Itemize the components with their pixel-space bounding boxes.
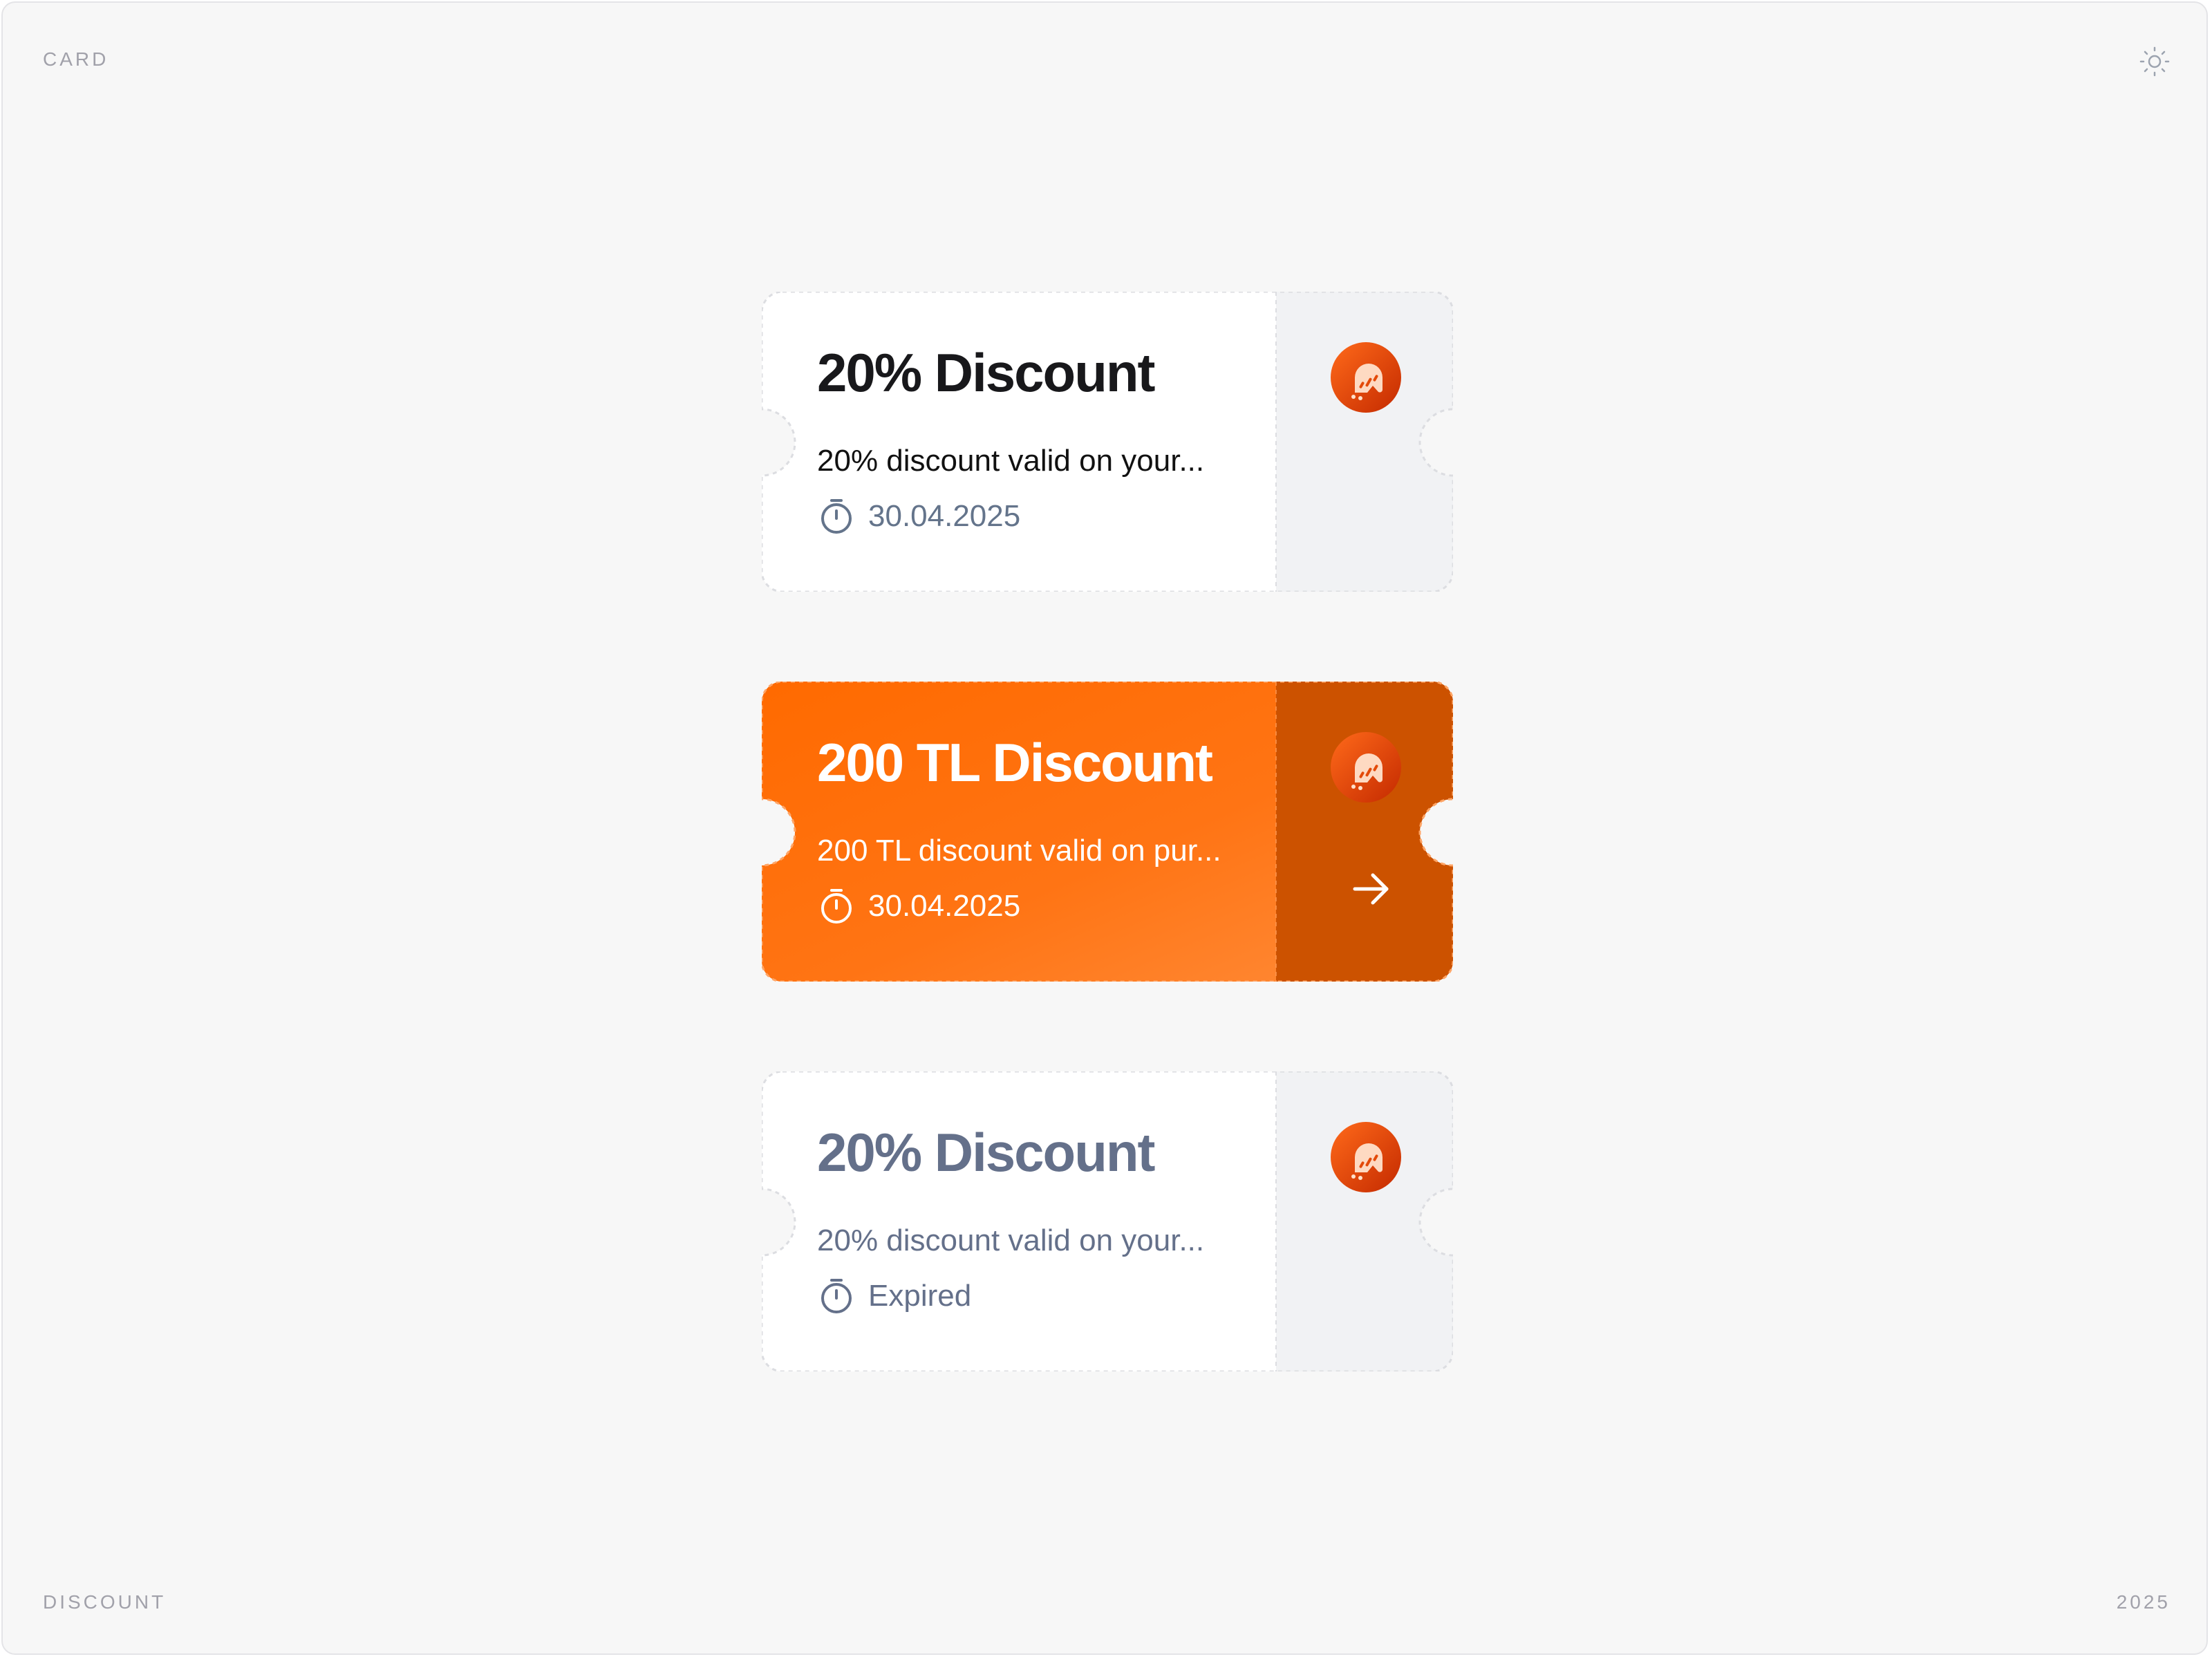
- brand-logo-icon: [1330, 731, 1402, 803]
- canvas-frame: CARD DISCOUNT 2025 20% Discount 20% disc…: [1, 1, 2208, 1655]
- coupon-title: 20% Discount: [817, 1122, 1155, 1183]
- expiry-status: Expired: [868, 1279, 972, 1313]
- timer-icon: [821, 499, 852, 534]
- theme-toggle-button[interactable]: [2137, 44, 2172, 79]
- timer-icon: [821, 889, 852, 924]
- expiry-date: 30.04.2025: [868, 499, 1021, 533]
- coupon-description: 20% discount valid on your...: [817, 444, 1205, 478]
- corner-label-discount: DISCOUNT: [43, 1591, 167, 1613]
- ticket-background: [762, 1071, 1453, 1371]
- ticket-background: [762, 682, 1453, 982]
- coupon-title: 20% Discount: [817, 342, 1155, 403]
- brand-logo-icon: [1330, 341, 1402, 413]
- coupon-expiry: Expired: [817, 1272, 971, 1320]
- corner-label-card: CARD: [43, 48, 109, 70]
- timer-icon: [821, 1279, 852, 1313]
- apply-coupon-button[interactable]: [1341, 859, 1402, 919]
- sun-icon: [2139, 46, 2170, 77]
- coupon-title: 200 TL Discount: [817, 732, 1213, 793]
- coupon-expiry: 30.04.2025: [817, 492, 1020, 541]
- coupon-card-active[interactable]: 200 TL Discount 200 TL discount valid on…: [762, 682, 1453, 982]
- brand-logo-icon: [1330, 1121, 1402, 1193]
- coupon-expiry: 30.04.2025: [817, 882, 1020, 930]
- coupon-description: 20% discount valid on your...: [817, 1224, 1205, 1257]
- arrow-right-icon: [1353, 873, 1389, 905]
- ticket-background: [762, 292, 1453, 592]
- corner-label-year: 2025: [2116, 1591, 2171, 1613]
- coupon-card-expired[interactable]: 20% Discount 20% discount valid on your.…: [762, 1071, 1453, 1371]
- expiry-date: 30.04.2025: [868, 889, 1021, 923]
- coupon-card[interactable]: 20% Discount 20% discount valid on your.…: [762, 292, 1453, 592]
- coupon-description: 200 TL discount valid on pur...: [817, 834, 1221, 868]
